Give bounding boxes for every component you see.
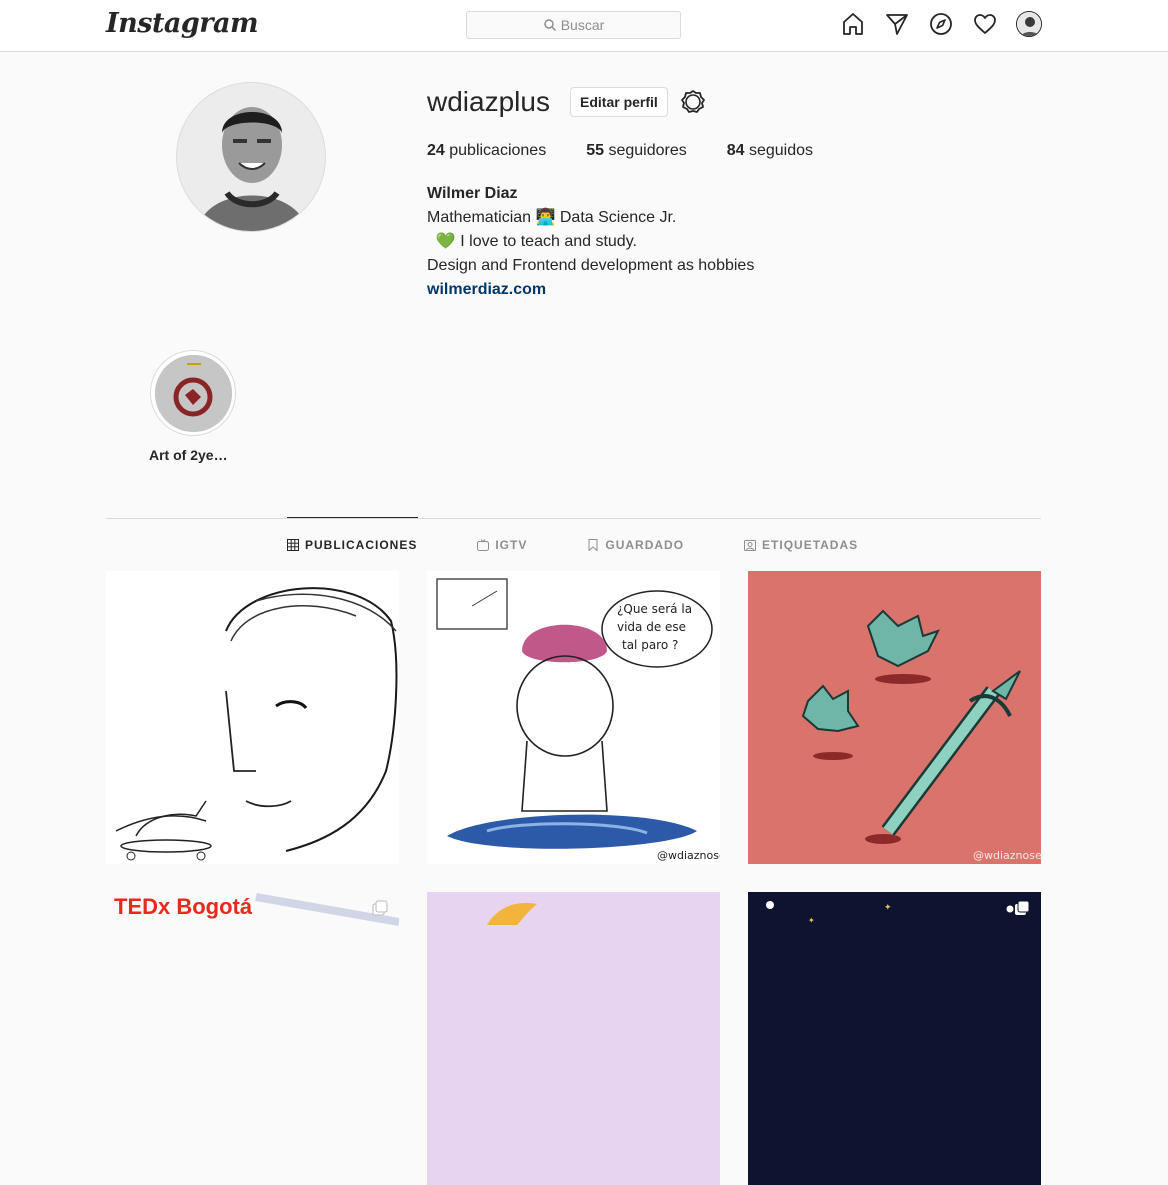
post-thumbnail[interactable]: @wdiaznose [748,571,1041,864]
bio-line: 💚 I love to teach and study. [427,233,637,250]
post-thumbnail[interactable]: ✦ ✦ [748,892,1041,1185]
profile-tabs: PUBLICACIONES IGTV GUARDADO ETIQUETADAS [287,538,918,552]
search-input[interactable]: Buscar [466,11,681,39]
followers-count: 55 [586,142,604,159]
speech-text: tal paro ? [622,638,678,652]
tabs-divider [106,518,1041,519]
highlight-label: Art of 2ye… [149,447,228,463]
speech-text: ¿Que será la [617,602,692,616]
instagram-logo[interactable]: Instagram [106,8,259,39]
post-thumbnail[interactable]: TEDx Bogotá [106,892,399,1185]
post-watermark: @wdiaznose [657,849,720,862]
post-thumbnail[interactable] [106,571,399,864]
post-thumbnail[interactable] [427,892,720,1185]
search-placeholder: Buscar [560,17,605,33]
igtv-icon [477,539,490,551]
post-thumbnail[interactable]: ¿Que será la vida de ese tal paro ? @wdi… [427,571,720,864]
tab-label: IGTV [495,538,528,552]
edit-profile-button[interactable]: Editar perfil [570,87,668,117]
search-icon [543,19,556,32]
following-label: seguidos [748,142,814,159]
profile-avatar[interactable] [1016,11,1042,37]
profile-stats: 24 publicaciones 55 seguidores 84 seguid… [427,142,853,160]
profile-picture[interactable] [176,82,326,232]
highlight-ring [150,350,236,436]
posts-label: publicaciones [449,142,547,159]
post-watermark: @wdiaznose [973,849,1041,862]
carousel-icon [372,900,388,916]
following-stat[interactable]: 84 seguidos [727,142,813,160]
tab-igtv[interactable]: IGTV [477,538,527,552]
tab-label: PUBLICACIONES [305,538,418,552]
tab-label: GUARDADO [605,538,685,552]
bio-line: Design and Frontend development as hobbi… [427,257,755,274]
top-navbar: Instagram Buscar [0,0,1168,52]
tab-etiquetadas[interactable]: ETIQUETADAS [744,538,858,552]
svg-text:✦: ✦ [808,916,815,925]
story-highlight[interactable]: Art of 2ye… [149,350,236,463]
following-count: 84 [726,142,745,159]
profile-bio: Wilmer Diaz Mathematician 👨‍💻 Data Scien… [427,182,754,302]
profile-website-link[interactable]: wilmerdiaz.com [427,278,754,302]
active-tab-indicator [287,517,418,518]
followers-stat[interactable]: 55 seguidores [586,142,687,160]
carousel-icon [1015,900,1030,915]
highlight-cover [154,354,232,432]
posts-stat: 24 publicaciones [427,142,546,160]
home-icon[interactable] [840,11,866,37]
settings-gear-icon[interactable] [680,89,706,115]
direct-icon[interactable] [884,11,910,37]
post-text: TEDx Bogotá [114,894,253,919]
tab-label: ETIQUETADAS [762,538,859,552]
profile-username: wdiazplus [427,86,550,117]
tagged-icon [744,540,757,551]
bookmark-icon [588,539,598,551]
svg-text:✦: ✦ [884,903,892,913]
tab-guardado[interactable]: GUARDADO [587,538,684,552]
posts-count: 24 [427,142,445,159]
bio-line: Mathematician 👨‍💻 Data Science Jr. [427,209,677,226]
followers-label: seguidores [608,142,687,159]
explore-icon[interactable] [928,11,954,37]
grid-icon [287,539,299,551]
tab-publicaciones[interactable]: PUBLICACIONES [287,538,417,552]
activity-heart-icon[interactable] [972,11,998,37]
speech-text: vida de ese [617,620,686,634]
profile-full-name: Wilmer Diaz [427,185,518,202]
